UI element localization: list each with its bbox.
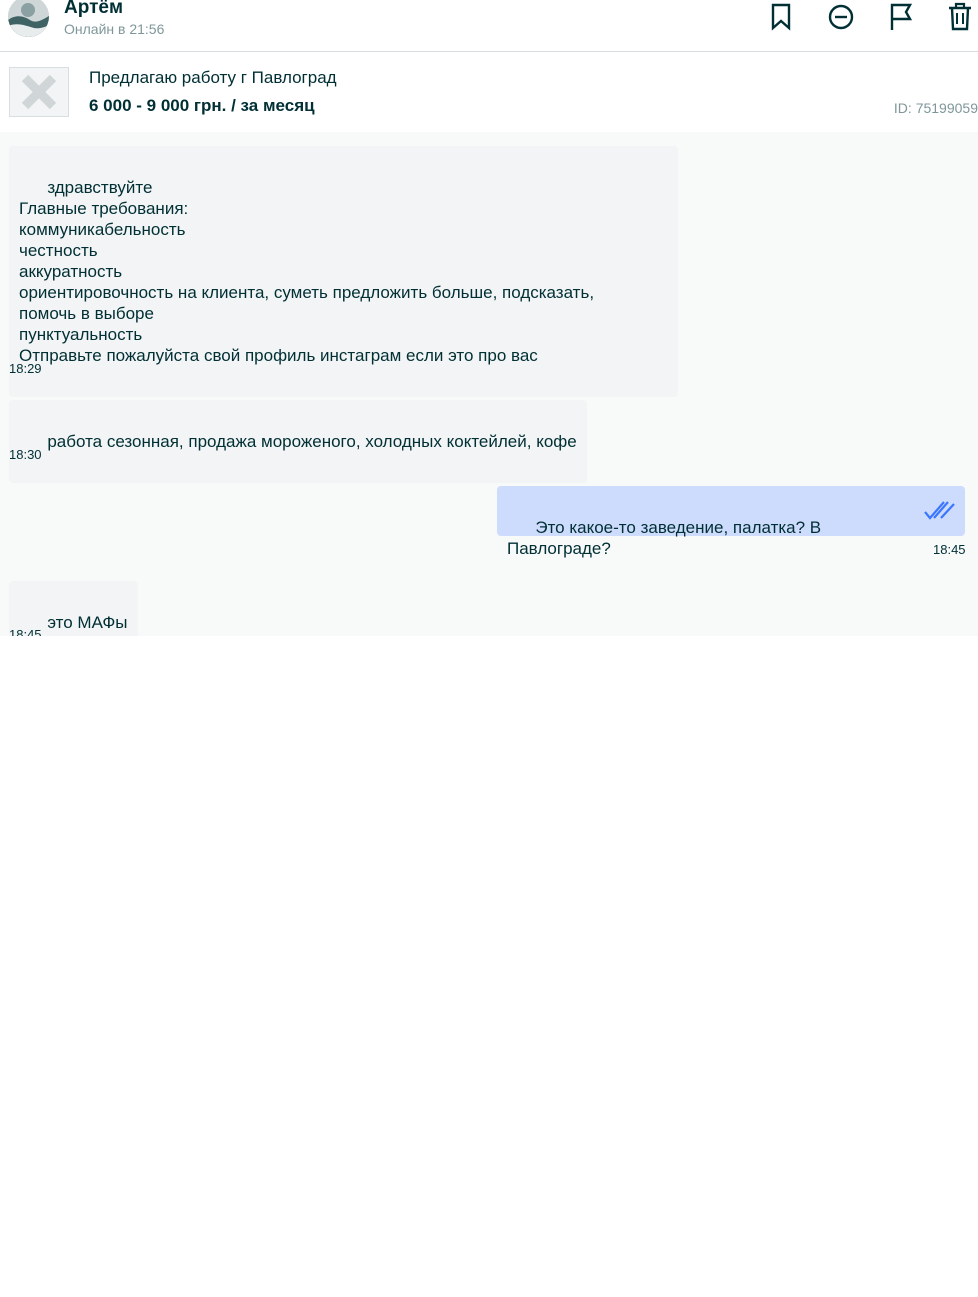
bookmark-icon bbox=[771, 3, 791, 31]
bookmark-button[interactable] bbox=[764, 0, 798, 34]
ad-title[interactable]: Предлагаю работу г Павлоград bbox=[89, 68, 337, 88]
report-button[interactable] bbox=[884, 0, 918, 34]
message-text: здравствуйте Главные требования: коммуни… bbox=[19, 178, 595, 365]
chat-window: Артём Онлайн в 21:56 Предлагаю работу г … bbox=[0, 0, 978, 1297]
trash-icon bbox=[949, 2, 971, 31]
avatar-image bbox=[8, 0, 49, 37]
message-time: 18:30 bbox=[9, 447, 42, 462]
message-time: 18:45 bbox=[933, 542, 966, 557]
user-name[interactable]: Артём bbox=[64, 0, 123, 19]
delete-chat-button[interactable] bbox=[943, 0, 977, 34]
message-time: 18:45 bbox=[9, 627, 42, 636]
message-text: это МАФы bbox=[47, 613, 128, 632]
ad-price: 6 000 - 9 000 грн. / за месяц bbox=[89, 96, 315, 115]
chat-header: Артём Онлайн в 21:56 bbox=[0, 0, 978, 52]
message-text: работа сезонная, продажа мороженого, хол… bbox=[47, 432, 577, 451]
ad-id: ID: 75199059 bbox=[893, 100, 978, 116]
user-status: Онлайн в 21:56 bbox=[64, 21, 165, 37]
flag-icon bbox=[890, 3, 913, 30]
block-user-button[interactable] bbox=[824, 0, 858, 34]
message-time: 18:29 bbox=[9, 361, 42, 376]
block-icon bbox=[828, 4, 854, 30]
message-bubble-incoming: работа сезонная, продажа мороженого, хол… bbox=[9, 400, 587, 483]
message-list[interactable]: здравствуйте Главные требования: коммуни… bbox=[0, 132, 978, 636]
message-bubble-incoming: здравствуйте Главные требования: коммуни… bbox=[9, 146, 678, 397]
avatar[interactable] bbox=[8, 0, 49, 37]
ad-thumbnail bbox=[9, 67, 69, 117]
image-placeholder-icon bbox=[21, 74, 57, 110]
message-text: Это какое-то заведение, палатка? В Павло… bbox=[507, 518, 826, 558]
message-bubble-outgoing: Это какое-то заведение, палатка? В Павло… bbox=[497, 486, 965, 558]
ad-card[interactable]: Предлагаю работу г Павлоград 6 000 - 9 0… bbox=[0, 52, 978, 132]
double-check-icon bbox=[924, 501, 955, 520]
